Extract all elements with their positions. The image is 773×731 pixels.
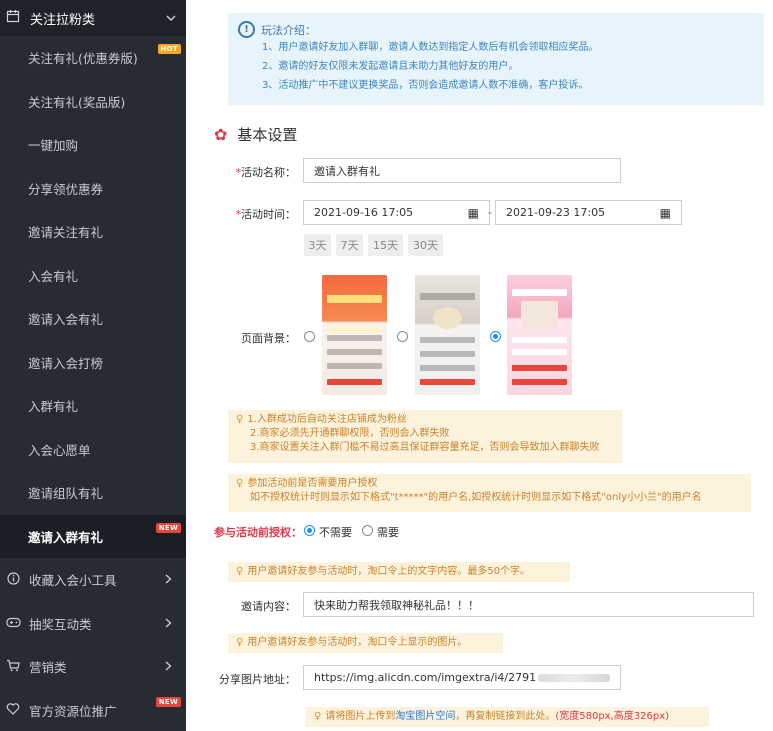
- sidebar-item-wishlist[interactable]: 入会心愿单: [0, 428, 186, 472]
- lightbulb-icon: ♀: [236, 414, 244, 425]
- sidebar-group-label: 官方资源位推广: [29, 703, 117, 719]
- sidebar-item-one-click-cart[interactable]: 一键加购: [0, 123, 186, 167]
- share-image-tip: ♀ 用户邀请好友参与活动时，淘口令上显示的图片。: [228, 633, 503, 653]
- quick-30-days-button[interactable]: 30天: [408, 234, 443, 256]
- sidebar-item-label: 邀请关注有礼: [28, 225, 104, 241]
- sidebar-item-label: 入会有礼: [28, 268, 79, 284]
- sidebar-item-join-member[interactable]: 入会有礼: [0, 254, 186, 298]
- sidebar-item-join-group[interactable]: 入群有礼: [0, 384, 186, 428]
- sidebar-group-label: 关注拉粉类: [30, 12, 96, 28]
- sidebar-group-lottery[interactable]: 抽奖互动类: [0, 602, 186, 646]
- intro-title: 玩法介绍：: [261, 23, 316, 37]
- redacted-blur: [538, 673, 610, 682]
- activity-time-label: *活动时间：: [235, 208, 297, 221]
- background-thumbnail-2[interactable]: [415, 275, 480, 395]
- sidebar-item-team-invite[interactable]: 邀请组队有礼: [0, 471, 186, 515]
- sidebar-item-invite-member-rank[interactable]: 邀请入会打榜: [0, 341, 186, 385]
- lightbulb-icon: ♀: [236, 478, 244, 489]
- authorization-no-label[interactable]: 不需要: [319, 524, 352, 540]
- lightbulb-icon: ♀: [314, 711, 322, 722]
- sidebar-item-invite-member[interactable]: 邀请入会有礼: [0, 297, 186, 341]
- background-option-3-radio[interactable]: [490, 331, 501, 342]
- sidebar-item-label: 入群有礼: [28, 399, 79, 415]
- authorization-yes-radio[interactable]: [362, 525, 373, 536]
- sidebar-group-label: 收藏入会小工具: [29, 573, 117, 589]
- chevron-right-icon: [165, 616, 172, 631]
- info-icon: !: [238, 21, 255, 38]
- sidebar-item-share-coupon[interactable]: 分享领优惠券: [0, 167, 186, 211]
- authorization-yes-label[interactable]: 需要: [377, 524, 399, 540]
- join-group-tip: ♀ 1.入群成功后自动关注店铺成为粉丝 2.商家必须先开通群聊权限，否则会入群失败…: [228, 410, 622, 463]
- flower-icon: ✿: [214, 125, 228, 144]
- sidebar-item-follow-coupon[interactable]: 关注有礼(优惠券版) HOT: [0, 36, 186, 80]
- new-badge: NEW: [155, 522, 181, 533]
- background-option-1-radio[interactable]: [304, 331, 315, 342]
- activity-name-label: *活动名称：: [235, 166, 297, 179]
- chevron-right-icon: [165, 659, 172, 674]
- sidebar-item-label: 关注有礼(优惠券版): [28, 51, 138, 67]
- end-time-input[interactable]: 2021-09-23 17:05 ▦: [495, 200, 682, 225]
- chevron-right-icon: [165, 572, 172, 587]
- sidebar-item-label: 邀请入群有礼: [28, 529, 104, 545]
- sidebar-group-label: 营销类: [29, 660, 67, 676]
- sidebar-item-label: 邀请入会有礼: [28, 312, 104, 328]
- sidebar-item-label: 关注有礼(奖品版): [28, 94, 126, 110]
- main-content: ! 玩法介绍： 1、用户邀请好友加入群聊，邀请人数达到指定人数后有机会领取相应奖…: [186, 0, 773, 731]
- background-thumbnail-1[interactable]: [322, 275, 387, 395]
- sidebar-item-label: 分享领优惠券: [28, 181, 104, 197]
- sidebar-group-official-promo[interactable]: 官方资源位推广 NEW: [0, 689, 186, 731]
- background-thumbnail-3[interactable]: [507, 275, 572, 395]
- share-image-url-input[interactable]: https://img.alicdn.com/imgextra/i4/2791: [303, 665, 621, 690]
- sidebar-item-follow-prize[interactable]: 关注有礼(奖品版): [0, 80, 186, 124]
- sidebar-item-label: 邀请组队有礼: [28, 486, 104, 502]
- upload-image-tip: ♀ 请将图片上传到淘宝图片空间，再复制链接到此处。(宽度580px,高度326px…: [306, 707, 709, 727]
- invite-content-input[interactable]: 快来助力帮我领取神秘礼品！！！: [303, 592, 754, 617]
- activity-name-input[interactable]: 邀请入群有礼: [303, 158, 621, 183]
- image-space-link[interactable]: 淘宝图片空间: [395, 711, 455, 722]
- sidebar-group-follow[interactable]: 关注拉粉类: [0, 0, 186, 36]
- chevron-down-icon: [166, 12, 176, 25]
- sidebar-item-label: 邀请入会打榜: [28, 355, 104, 371]
- game-icon: [5, 616, 21, 631]
- sidebar-item-label: 一键加购: [28, 138, 79, 154]
- new-badge: NEW: [155, 696, 181, 707]
- quick-15-days-button[interactable]: 15天: [368, 234, 403, 256]
- page-background-label: 页面背景：: [241, 332, 296, 345]
- sidebar-item-invite-follow[interactable]: 邀请关注有礼: [0, 210, 186, 254]
- share-image-label: 分享图片地址：: [219, 673, 296, 686]
- hot-badge: HOT: [157, 44, 181, 54]
- invite-content-label: 邀请内容：: [241, 600, 296, 613]
- background-option-2-radio[interactable]: [397, 331, 408, 342]
- calendar-icon: [6, 9, 22, 27]
- lightbulb-icon: ♀: [236, 637, 244, 648]
- range-separator: -: [488, 206, 492, 219]
- intro-panel: ! 玩法介绍： 1、用户邀请好友加入群聊，邀请人数达到指定人数后有机会领取相应奖…: [228, 13, 764, 105]
- intro-line: 1、用户邀请好友加入群聊，邀请人数达到指定人数后有机会领取相应奖品。: [262, 42, 599, 53]
- sidebar: 关注拉粉类 关注有礼(优惠券版) HOT 关注有礼(奖品版) 一键加购 分享领优惠…: [0, 0, 186, 731]
- calendar-icon[interactable]: ▦: [660, 206, 671, 220]
- invite-text-tip: ♀ 用户邀请好友参与活动时，淘口令上的文字内容。最多50个字。: [228, 562, 570, 582]
- calendar-icon[interactable]: ▦: [468, 206, 479, 220]
- section-title: ✿ 基本设置: [214, 125, 298, 144]
- start-time-input[interactable]: 2021-09-16 17:05 ▦: [303, 200, 490, 225]
- authorization-tip: ♀ 参加活动前是否需要用户授权 如不授权统计时则显示如下格式"t*****"的用户…: [228, 474, 751, 512]
- info-icon: [5, 572, 21, 588]
- sidebar-group-collect-tools[interactable]: 收藏入会小工具: [0, 558, 186, 602]
- cart-icon: [5, 659, 21, 675]
- sidebar-group-label: 抽奖互动类: [29, 616, 92, 632]
- heart-icon: [5, 703, 21, 718]
- sidebar-item-invite-group[interactable]: 邀请入群有礼 NEW: [0, 514, 186, 558]
- authorization-label: 参与活动前授权：: [214, 526, 302, 539]
- intro-line: 2、邀请的好友仅限未发起邀请且未助力其他好友的用户。: [262, 61, 519, 72]
- lightbulb-icon: ♀: [236, 566, 244, 577]
- sidebar-item-label: 入会心愿单: [28, 442, 91, 458]
- quick-7-days-button[interactable]: 7天: [336, 234, 363, 256]
- sidebar-group-marketing[interactable]: 营销类: [0, 645, 186, 689]
- intro-line: 3、活动推广中不建议更换奖品，否则会造成邀请人数不准确，客户投诉。: [262, 80, 589, 91]
- quick-3-days-button[interactable]: 3天: [304, 234, 331, 256]
- authorization-no-radio[interactable]: [304, 525, 315, 536]
